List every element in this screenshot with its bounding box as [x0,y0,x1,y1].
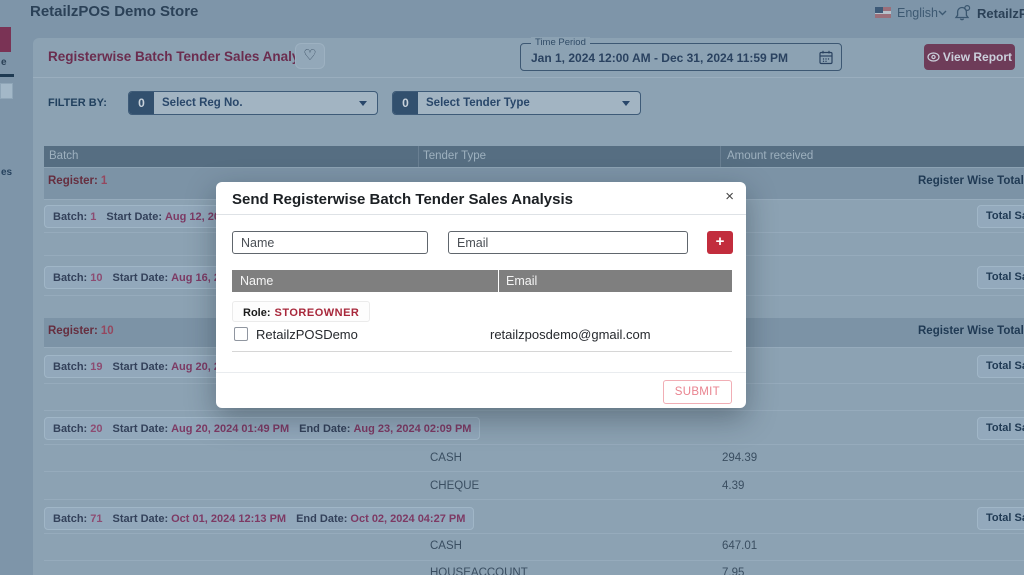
tender-amount-cell: 4.39 [722,480,744,492]
register-number: 1 [101,175,107,187]
close-icon[interactable]: × [725,188,734,205]
batch-total-chip: Total Sales [977,507,1024,530]
divider [216,214,746,215]
register-total-label: Register Wise Total Sales [918,175,1024,187]
batch-total-chip: Total Sales [977,417,1024,440]
register-label: Register:10 [48,325,114,337]
batch-row: Batch:71 Start Date:Oct 01, 2024 12:13 P… [44,507,474,530]
eye-icon [927,52,940,62]
time-period-value: Jan 1, 2024 12:00 AM - Dec 31, 2024 11:5… [531,51,788,65]
page: e es RetailzPOS Demo Store English Retai… [0,0,1024,575]
tender-type-dropdown[interactable]: 0 Select Tender Type [392,91,641,115]
us-flag-icon [875,7,891,18]
view-report-button[interactable]: View Report [924,44,1015,70]
time-period-field[interactable]: Time Period Jan 1, 2024 12:00 AM - Dec 3… [520,43,842,71]
submit-button[interactable]: SUBMIT [663,380,732,404]
batch-total-chip: Total Sales [977,355,1024,378]
divider [33,77,1024,78]
col-header-tender-type: Tender Type [423,146,486,167]
tender-type-count-badge: 0 [393,92,418,114]
col-header-email: Email [506,270,537,292]
view-report-label: View Report [943,50,1012,64]
tender-type-cell: HOUSEACCOUNT [430,567,528,575]
tender-amount-cell: 294.39 [722,452,757,464]
col-header-amount: Amount received [727,146,813,167]
favorite-heart-button[interactable]: ♡ [295,43,325,69]
tender-amount-cell: 7.95 [722,567,744,575]
chevron-down-icon [938,10,947,16]
filter-by-label: FILTER BY: [48,97,107,109]
user-menu[interactable]: RetailzP [977,6,1024,21]
report-title: Registerwise Batch Tender Sales Analysis [48,49,318,64]
sidebar-active-item-fragment[interactable] [0,27,11,52]
tender-type-cell: CHEQUE [430,480,479,492]
calendar-icon[interactable] [819,50,833,65]
recipient-email: retailzposdemo@gmail.com [490,327,651,342]
role-badge: Role:STOREOWNER [232,301,370,322]
batch-total-chip: Total Sales [977,205,1024,228]
dropdown-caret-icon [359,101,367,106]
table-header-row: Batch Tender Type Amount received [44,146,1024,167]
register-label: Register:1 [48,175,107,187]
reg-no-dropdown[interactable]: 0 Select Reg No. [128,91,378,115]
store-title: RetailzPOS Demo Store [30,3,198,20]
name-input[interactable] [232,231,428,254]
sidebar-input-fragment[interactable] [0,83,13,99]
send-report-modal: Send Registerwise Batch Tender Sales Ana… [216,182,746,408]
recipient-checkbox[interactable] [234,327,248,341]
batch-total-chip: Total Sales [977,266,1024,289]
email-input[interactable] [448,231,688,254]
reg-no-dropdown-label: Select Reg No. [162,92,243,115]
register-number: 10 [101,325,114,337]
time-period-label: Time Period [531,37,590,48]
batch-row: Batch:20 Start Date:Aug 20, 2024 01:49 P… [44,417,480,440]
divider [216,372,746,373]
tender-type-cell: CASH [430,540,462,552]
modal-title: Send Registerwise Batch Tender Sales Ana… [232,191,573,208]
sidebar-text-fragment[interactable]: e [1,57,7,68]
tender-type-dropdown-label: Select Tender Type [426,92,530,115]
reg-no-count-badge: 0 [129,92,154,114]
col-header-name: Name [240,270,273,292]
dropdown-caret-icon [622,101,630,106]
tender-type-cell: CASH [430,452,462,464]
register-total-label: Register Wise Total Sales [918,325,1024,337]
notification-bell-icon[interactable] [953,4,972,23]
sidebar-link-fragment[interactable]: es [1,167,12,178]
role-value: STOREOWNER [275,307,360,319]
col-header-batch: Batch [49,146,78,167]
tender-amount-cell: 647.01 [722,540,757,552]
divider [232,351,732,352]
add-recipient-button[interactable]: + [707,231,733,254]
recipient-table-header: Name Email [232,270,732,292]
language-selector[interactable]: English [897,6,938,20]
sidebar-divider-fragment [0,74,14,77]
recipient-name: RetailzPOSDemo [256,327,358,342]
